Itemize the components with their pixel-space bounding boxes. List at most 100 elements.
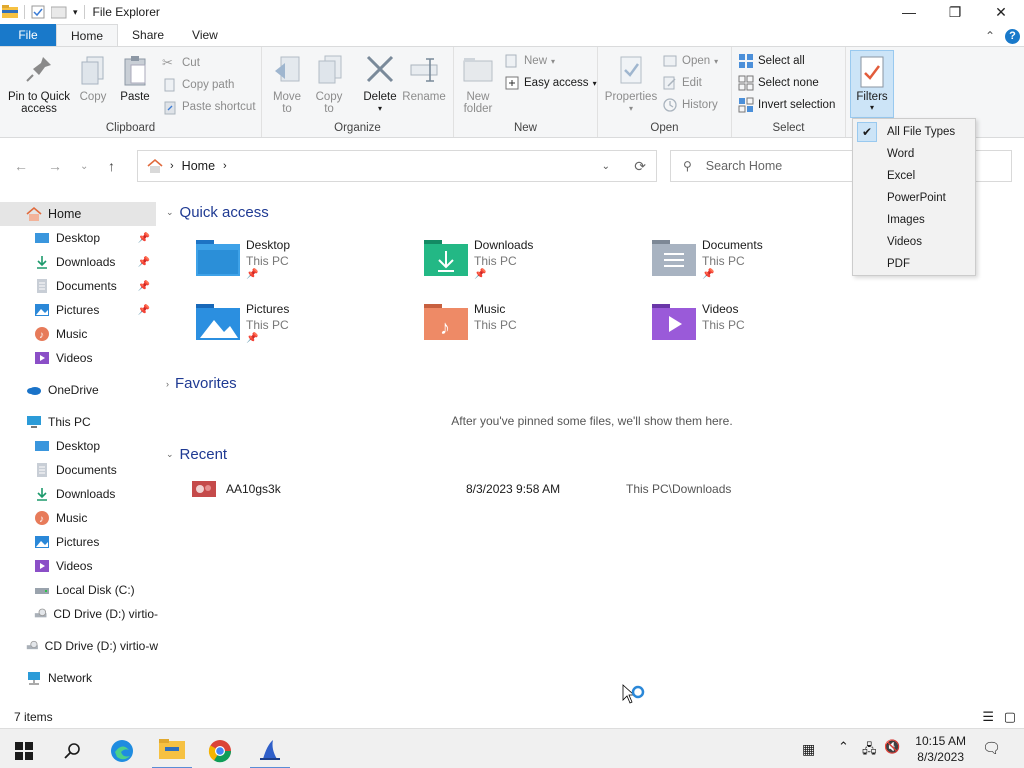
app-taskbar-button[interactable] <box>250 733 290 768</box>
open-button[interactable]: Open ▾ <box>662 51 718 71</box>
new-folder-button[interactable]: New folder <box>460 53 496 115</box>
filter-excel[interactable]: Excel <box>853 165 975 187</box>
sidebar-item-home[interactable]: Home <box>0 202 156 226</box>
forward-button[interactable]: → <box>48 158 62 174</box>
tile-music[interactable]: ♪ Music This PC <box>424 302 644 358</box>
sidebar-item-documents[interactable]: Documents 📌 <box>0 274 156 298</box>
filter-all-file-types[interactable]: ✔ All File Types <box>853 121 975 143</box>
tab-home[interactable]: Home <box>56 24 119 46</box>
paste-shortcut-button[interactable]: Paste shortcut <box>162 97 256 117</box>
paste-button[interactable]: Paste <box>118 53 152 103</box>
copy-button[interactable]: Copy <box>76 53 110 103</box>
maximize-button[interactable]: ❐ <box>932 0 978 24</box>
copy-to-button[interactable]: Copy to <box>312 53 346 115</box>
details-view-icon[interactable]: ☰ <box>982 709 994 725</box>
tab-file[interactable]: File <box>0 24 56 46</box>
tab-view[interactable]: View <box>178 24 232 46</box>
sidebar-item-pc-documents[interactable]: Documents <box>0 458 156 482</box>
up-button[interactable]: ↑ <box>108 158 115 174</box>
new-folder-icon[interactable] <box>51 5 67 19</box>
show-hidden-icons-chevron-icon[interactable]: ⌃ <box>838 739 849 755</box>
address-crumb-chevron-icon[interactable]: › <box>223 160 227 172</box>
filter-word[interactable]: Word <box>853 143 975 165</box>
address-bar[interactable]: › Home › ⌄ ⟳ <box>137 150 657 182</box>
address-crumb[interactable]: Home <box>182 159 215 173</box>
sidebar-item-cd-drive[interactable]: CD Drive (D:) virtio- <box>0 602 158 626</box>
minimize-button[interactable]: — <box>886 0 932 24</box>
sidebar-item-pc-desktop[interactable]: Desktop <box>0 434 156 458</box>
history-button[interactable]: History <box>662 95 718 115</box>
invert-selection-button[interactable]: Invert selection <box>738 95 835 115</box>
select-all-button[interactable]: Select all <box>738 51 805 71</box>
select-none-button[interactable]: Select none <box>738 73 819 93</box>
filters-menu: ✔ All File Types Word Excel PowerPoint I… <box>852 118 976 276</box>
copy-path-button[interactable]: Copy path <box>162 75 234 95</box>
volume-muted-icon[interactable]: 🔇 <box>884 739 900 755</box>
sidebar-item-desktop[interactable]: Desktop 📌 <box>0 226 156 250</box>
sidebar-item-pc-videos[interactable]: Videos <box>0 554 156 578</box>
new-item-button[interactable]: New ▾ <box>504 51 555 71</box>
news-widget-icon[interactable]: ▦ <box>802 741 815 758</box>
sidebar-item-local-disk[interactable]: Local Disk (C:) <box>0 578 156 602</box>
back-button[interactable]: ← <box>14 158 28 174</box>
edit-button[interactable]: Edit <box>662 73 702 93</box>
rename-button[interactable]: Rename <box>402 53 446 103</box>
sidebar-item-cd-drive-root[interactable]: CD Drive (D:) virtio-w <box>0 634 158 658</box>
properties-button[interactable]: Properties ▾ <box>604 53 658 115</box>
sidebar-item-this-pc[interactable]: This PC <box>0 410 156 434</box>
qat-dropdown-icon[interactable]: ▾ <box>73 7 78 18</box>
address-dropdown-icon[interactable]: ⌄ <box>602 161 610 172</box>
recent-locations-button[interactable]: ⌄ <box>80 161 88 172</box>
delete-dropdown-icon[interactable]: ▾ <box>378 103 382 115</box>
sidebar-item-pc-downloads[interactable]: Downloads <box>0 482 156 506</box>
search-icon <box>64 743 80 759</box>
clipboard-group: Pin to Quick access Copy Paste ✂ Cut Cop… <box>0 47 262 137</box>
chrome-taskbar-button[interactable] <box>200 733 240 768</box>
sidebar-label: Downloads <box>56 255 116 269</box>
refresh-icon[interactable]: ⟳ <box>634 158 646 175</box>
system-clock[interactable]: 10:15 AM 8/3/2023 <box>915 733 966 765</box>
cut-button[interactable]: ✂ Cut <box>162 53 200 73</box>
sidebar-item-pc-music[interactable]: ♪ Music <box>0 506 156 530</box>
sidebar-item-videos[interactable]: Videos <box>0 346 156 370</box>
filter-powerpoint[interactable]: PowerPoint <box>853 187 975 209</box>
tile-documents[interactable]: Documents This PC 📌 <box>652 238 872 294</box>
sidebar-item-pictures[interactable]: Pictures 📌 <box>0 298 156 322</box>
sidebar-item-pc-pictures[interactable]: Pictures <box>0 530 156 554</box>
search-input[interactable]: Search Home <box>706 159 782 173</box>
move-to-button[interactable]: Move to <box>270 53 304 115</box>
collapse-ribbon-icon[interactable]: ⌃ <box>985 29 995 43</box>
tab-share[interactable]: Share <box>118 24 178 46</box>
table-row[interactable]: AA10gs3k 8/3/2023 9:58 AM This PC\Downlo… <box>192 478 812 500</box>
tile-location: This PC <box>474 254 517 268</box>
quick-access-header[interactable]: ⌄ Quick access <box>166 204 269 221</box>
tile-pictures[interactable]: Pictures This PC 📌 <box>196 302 416 358</box>
properties-icon[interactable] <box>31 5 45 19</box>
delete-button[interactable]: Delete ▾ <box>360 53 400 115</box>
start-button[interactable] <box>4 733 44 768</box>
file-explorer-taskbar-button[interactable] <box>152 733 192 768</box>
network-status-icon[interactable]: 🖧 <box>862 740 877 762</box>
paste-shortcut-icon <box>164 101 176 115</box>
tile-desktop[interactable]: Desktop This PC 📌 <box>196 238 416 294</box>
sidebar-item-music[interactable]: ♪ Music <box>0 322 156 346</box>
close-button[interactable]: ✕ <box>978 0 1024 24</box>
filters-button[interactable]: Filters ▾ <box>850 50 894 118</box>
sidebar-item-network[interactable]: Network <box>0 666 156 690</box>
sidebar-item-onedrive[interactable]: OneDrive <box>0 378 156 402</box>
help-icon[interactable]: ? <box>1005 28 1020 44</box>
large-icons-view-icon[interactable]: ▢ <box>1004 709 1016 725</box>
edge-taskbar-button[interactable] <box>102 733 142 768</box>
pin-quick-access-button[interactable]: Pin to Quick access <box>6 53 72 115</box>
search-taskbar-button[interactable] <box>52 733 92 768</box>
recent-header[interactable]: ⌄ Recent <box>166 446 227 463</box>
filter-pdf[interactable]: PDF <box>853 253 975 275</box>
notifications-icon[interactable]: 🗨 <box>982 739 1001 757</box>
filter-images[interactable]: Images <box>853 209 975 231</box>
tile-downloads[interactable]: Downloads This PC 📌 <box>424 238 644 294</box>
sidebar-item-downloads[interactable]: Downloads 📌 <box>0 250 156 274</box>
easy-access-button[interactable]: Easy access ▾ <box>504 73 597 93</box>
favorites-header[interactable]: › Favorites <box>166 375 237 392</box>
filter-videos[interactable]: Videos <box>853 231 975 253</box>
tile-videos[interactable]: Videos This PC <box>652 302 872 358</box>
